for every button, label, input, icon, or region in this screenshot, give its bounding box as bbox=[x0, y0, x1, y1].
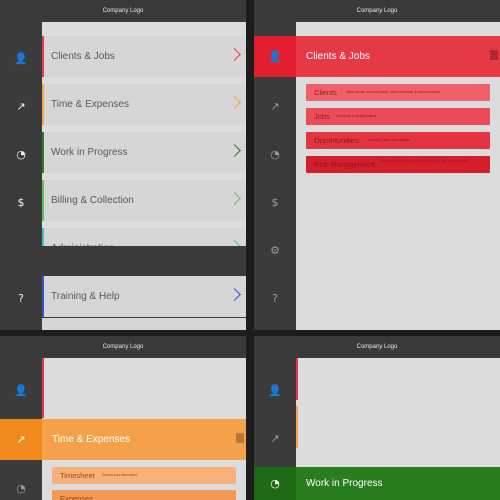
submenu-label: Risk Management bbox=[314, 160, 375, 169]
accent-bar bbox=[42, 36, 44, 77]
submenu-label: Opportunities bbox=[314, 136, 359, 145]
accent-bar bbox=[296, 406, 298, 448]
work-in-progress-panel: Company Logo 👤 ↗ ◔ Work in Progress bbox=[254, 336, 500, 500]
menu-item-administration[interactable]: Administration bbox=[42, 228, 246, 246]
active-menu-label: Time & Expenses bbox=[52, 434, 130, 445]
pie-chart-icon[interactable]: ◔ bbox=[254, 130, 296, 178]
company-logo: Company Logo bbox=[0, 0, 246, 22]
accent-bar bbox=[42, 180, 44, 221]
submenu-label: Timesheet bbox=[60, 471, 95, 480]
chevron-right-icon bbox=[228, 96, 241, 109]
submenu-label: Clients bbox=[314, 88, 337, 97]
chart-line-icon: ↗ bbox=[0, 419, 42, 460]
time-expenses-panel: Company Logo 👤 ↗ Time & Expenses ◔ Times… bbox=[0, 336, 246, 500]
chevron-right-icon bbox=[228, 192, 241, 205]
active-menu-time-expenses[interactable]: ↗ Time & Expenses bbox=[0, 419, 246, 460]
question-icon[interactable]: ? bbox=[254, 274, 296, 322]
submenu-label: Expenses bbox=[60, 494, 93, 500]
menu-item-billing-collection[interactable]: Billing & Collection bbox=[42, 180, 246, 221]
menu-item-label: Clients & Jobs bbox=[51, 51, 115, 62]
submenu-item-clients[interactable]: Clients View clients, account plans, cli… bbox=[306, 84, 490, 101]
active-menu-label: Clients & Jobs bbox=[306, 51, 370, 62]
active-menu-clients-jobs[interactable]: 👤 Clients & Jobs bbox=[254, 36, 500, 77]
submenu-item-opportunities[interactable]: Opportunities Create & view opportunitie… bbox=[306, 132, 490, 149]
menu-item-label: Training & Help bbox=[51, 291, 120, 302]
chart-line-icon[interactable]: ↗ bbox=[254, 82, 296, 130]
menu-item-clients-jobs[interactable]: Clients & Jobs bbox=[42, 36, 246, 77]
menu-panel-overview: Company Logo 👤 ↗ ◔ $ ⚙ ? Clients & Jobs … bbox=[0, 0, 246, 246]
accent-bar bbox=[42, 276, 44, 317]
user-icon[interactable]: 👤 bbox=[0, 34, 42, 82]
company-logo: Company Logo bbox=[0, 336, 246, 358]
accent-bar bbox=[42, 84, 44, 125]
submenu-item-timesheet[interactable]: Timesheet Submit your timesheet bbox=[52, 467, 236, 484]
gear-icon[interactable]: ⚙ bbox=[0, 226, 42, 247]
menu-footer bbox=[42, 318, 246, 330]
menu-item-label: Work in Progress bbox=[51, 147, 128, 158]
collapse-tab-icon[interactable] bbox=[236, 433, 244, 443]
pie-chart-icon[interactable]: ◔ bbox=[0, 464, 42, 500]
menu-item-label: Administration bbox=[51, 228, 114, 246]
pie-chart-icon: ◔ bbox=[254, 467, 296, 500]
submenu-description: Create & view opportunities bbox=[368, 138, 411, 142]
dollar-icon[interactable]: $ bbox=[254, 178, 296, 226]
submenu-description: Submit your timesheet bbox=[102, 473, 137, 477]
company-logo: Company Logo bbox=[254, 336, 500, 358]
chevron-right-icon bbox=[228, 288, 241, 301]
menu-item-training-help[interactable]: Training & Help bbox=[42, 276, 246, 317]
menu-item-label: Billing & Collection bbox=[51, 195, 134, 206]
submenu-item-expenses[interactable]: Expenses bbox=[52, 490, 236, 500]
submenu-label: Jobs bbox=[314, 112, 330, 121]
user-icon[interactable]: 👤 bbox=[254, 366, 296, 414]
menu-item-label: Time & Expenses bbox=[51, 99, 129, 110]
submenu-description: View jobs & budget status bbox=[336, 114, 377, 118]
question-icon[interactable]: ? bbox=[0, 274, 42, 322]
user-icon[interactable]: 👤 bbox=[0, 366, 42, 414]
gear-icon[interactable]: ⚙ bbox=[254, 226, 296, 274]
collapse-tab-icon[interactable] bbox=[490, 50, 498, 60]
accent-bar bbox=[42, 132, 44, 173]
chart-line-icon[interactable]: ↗ bbox=[0, 82, 42, 130]
accent-bar bbox=[42, 358, 44, 418]
accent-bar bbox=[296, 358, 298, 400]
menu-item-time-expenses[interactable]: Time & Expenses bbox=[42, 84, 246, 125]
submenu-item-jobs[interactable]: Jobs View jobs & budget status bbox=[306, 108, 490, 125]
submenu-description: Propose a client or opportunity through … bbox=[380, 159, 469, 163]
clients-jobs-panel: Company Logo 👤 Clients & Jobs ↗ ◔ $ ⚙ ? … bbox=[254, 0, 500, 330]
company-logo: Company Logo bbox=[254, 0, 500, 22]
chevron-right-icon bbox=[228, 144, 241, 157]
submenu-item-risk-management[interactable]: Risk Management Propose a client or oppo… bbox=[306, 156, 490, 173]
menu-panel-overview-lower: Training & Help ? bbox=[0, 246, 246, 330]
pie-chart-icon[interactable]: ◔ bbox=[0, 130, 42, 178]
submenu-description: View clients, account plans, client feed… bbox=[346, 90, 440, 94]
user-icon: 👤 bbox=[254, 36, 296, 77]
dollar-icon[interactable]: $ bbox=[0, 178, 42, 226]
chevron-right-icon bbox=[228, 48, 241, 61]
accent-bar bbox=[42, 228, 44, 246]
chart-line-icon[interactable]: ↗ bbox=[254, 414, 296, 462]
active-menu-label: Work in Progress bbox=[306, 478, 383, 489]
menu-item-work-in-progress[interactable]: Work in Progress bbox=[42, 132, 246, 173]
active-menu-work-in-progress[interactable]: ◔ Work in Progress bbox=[254, 467, 500, 500]
